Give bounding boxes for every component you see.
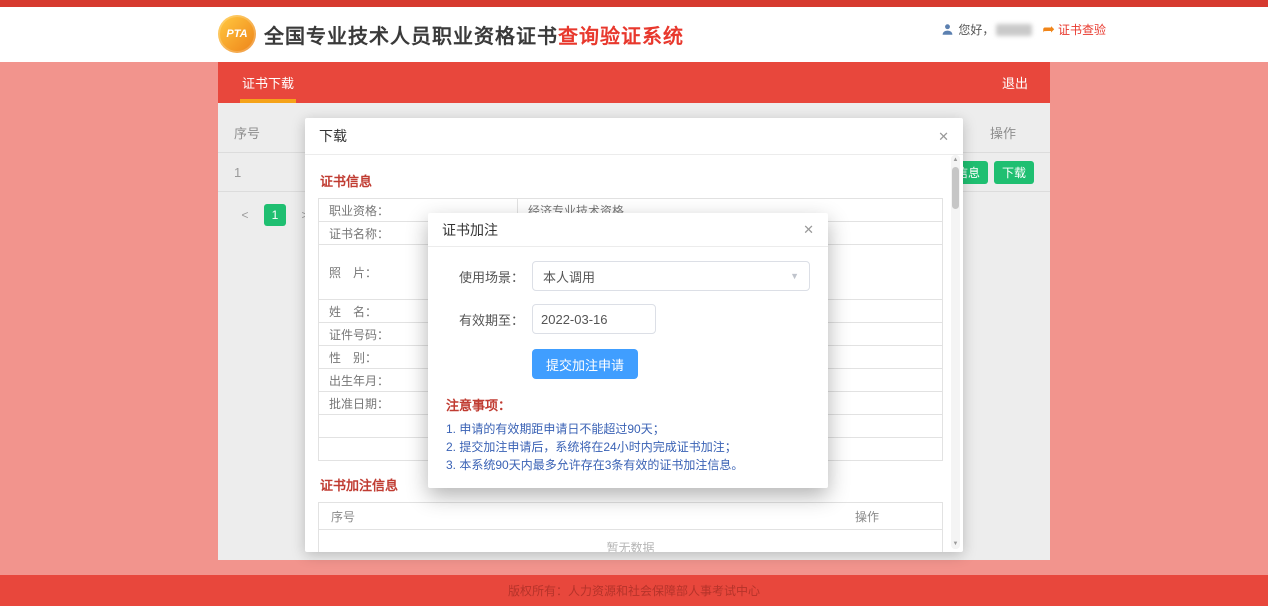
annotation-modal-header: 证书加注 ✕ (428, 213, 828, 247)
note-line-3: 3. 本系统90天内最多允许存在3条有效的证书加注信息。 (446, 456, 810, 474)
brand: PTA 全国专业技术人员职业资格证书查询验证系统 (218, 15, 684, 53)
site-footer: 版权所有：人力资源和社会保障部人事考试中心 (0, 575, 1268, 606)
annotation-modal-title: 证书加注 (442, 220, 498, 240)
scrollbar-thumb[interactable] (952, 167, 959, 209)
notes-title: 注意事项： (446, 395, 810, 414)
scroll-up-icon[interactable]: ▲ (951, 155, 960, 165)
tab-cert-download[interactable]: 证书下载 (240, 62, 296, 103)
download-modal-close-icon[interactable]: ✕ (938, 130, 949, 143)
annotation-col-action: 操作 (792, 508, 942, 525)
scene-select-value: 本人调用 (543, 267, 595, 286)
row-index: 1 (234, 165, 241, 180)
note-line-2: 2. 提交加注申请后，系统将在24小时内完成证书加注； (446, 438, 810, 456)
page-title: 全国专业技术人员职业资格证书查询验证系统 (264, 20, 684, 49)
column-header-index: 序号 (234, 123, 260, 142)
expiry-form-row: 有效期至： (446, 304, 810, 334)
logout-button[interactable]: 退出 (1002, 73, 1028, 92)
modal-scrollbar[interactable]: ▲ ▼ (951, 155, 960, 549)
download-modal-header: 下载 ✕ (305, 118, 963, 155)
annotation-col-index: 序号 (319, 508, 421, 525)
user-name-redacted (996, 24, 1032, 36)
scene-form-row: 使用场景： 本人调用 ▼ (446, 261, 810, 291)
pta-logo-text: PTA (226, 28, 247, 40)
scroll-down-icon[interactable]: ▼ (951, 539, 960, 549)
user-area: 您好， ➦ 证书查验 (941, 21, 1106, 38)
scene-select[interactable]: 本人调用 ▼ (532, 261, 810, 291)
column-header-action: 操作 (990, 123, 1016, 142)
annotation-modal-body: 使用场景： 本人调用 ▼ 有效期至： 提交加注申请 注意事项： 1. 申请的有效… (428, 247, 828, 474)
tab-cert-download-label: 证书下载 (242, 73, 294, 92)
download-button[interactable]: 下载 (994, 161, 1034, 184)
pagination-page-1[interactable]: 1 (264, 204, 286, 226)
share-arrow-icon: ➦ (1042, 22, 1055, 37)
annotation-modal-close-icon[interactable]: ✕ (803, 223, 814, 236)
user-icon (941, 23, 954, 36)
top-strip (0, 0, 1268, 7)
annotation-empty-state: 暂无数据 (319, 530, 942, 552)
cert-info-section-title: 证书信息 (320, 171, 943, 190)
navbar: 证书下载 退出 (218, 62, 1050, 103)
note-line-1: 1. 申请的有效期距申请日不能超过90天； (446, 420, 810, 438)
page-title-main: 全国专业技术人员职业资格证书 (264, 26, 558, 48)
pagination-prev[interactable]: < (234, 204, 256, 226)
expiry-label: 有效期至： (446, 310, 524, 329)
expiry-date-input[interactable] (532, 304, 656, 334)
scene-label: 使用场景： (446, 267, 524, 286)
annotation-table-header: 序号 操作 (319, 503, 942, 530)
greeting-text: 您好， (958, 21, 994, 38)
pta-logo-icon: PTA (218, 15, 256, 53)
download-modal-title: 下载 (319, 126, 347, 146)
page-title-accent: 查询验证系统 (558, 26, 684, 48)
annotation-modal: 证书加注 ✕ 使用场景： 本人调用 ▼ 有效期至： 提交加注申请 注意事项： 1… (428, 213, 828, 488)
chevron-down-icon: ▼ (790, 271, 799, 281)
copyright-text: 版权所有：人力资源和社会保障部人事考试中心 (508, 582, 760, 599)
annotation-info-table: 序号 操作 暂无数据 (318, 502, 943, 552)
submit-annotation-button[interactable]: 提交加注申请 (532, 349, 638, 379)
cert-verify-link[interactable]: 证书查验 (1058, 21, 1106, 38)
site-header: PTA 全国专业技术人员职业资格证书查询验证系统 您好， ➦ 证书查验 (0, 7, 1268, 62)
